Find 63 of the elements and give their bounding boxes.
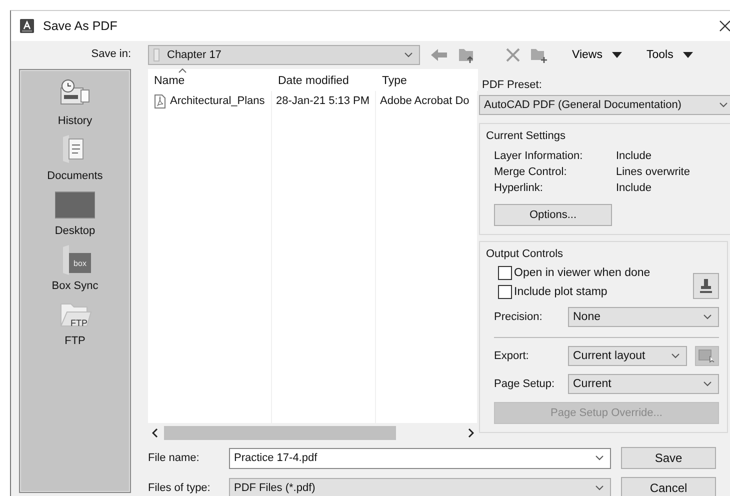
checkbox-label: Include plot stamp <box>514 286 608 298</box>
cancel-button[interactable]: Cancel <box>621 477 716 496</box>
pdf-preset-label: PDF Preset: <box>482 79 543 91</box>
save-button[interactable]: Save <box>621 447 716 469</box>
places-item[interactable]: Desktop <box>54 188 96 243</box>
column-header[interactable]: Name <box>148 69 272 91</box>
window-title: Save As PDF <box>43 19 118 33</box>
export-dropdown[interactable]: Current layout <box>568 346 687 366</box>
caret-down-icon <box>612 52 622 58</box>
group-title: Current Settings <box>486 130 566 142</box>
chevron-left-icon <box>152 428 158 438</box>
places-item[interactable]: Documents <box>47 133 103 188</box>
pdf-file-icon <box>154 94 166 108</box>
column-header[interactable]: Date modified <box>272 69 376 91</box>
page-setup-dropdown[interactable]: Current <box>568 374 719 394</box>
setting-value: Include <box>616 182 652 194</box>
checkbox-label: Open in viewer when done <box>514 267 650 279</box>
file-name-label: File name: <box>148 452 200 464</box>
caret-down-icon <box>683 52 694 58</box>
views-menu-button[interactable]: Views <box>572 49 622 61</box>
chevron-down-icon <box>595 455 604 461</box>
file-type-label: Files of type: <box>148 482 212 494</box>
stamp-icon <box>699 278 713 294</box>
setting-value: Lines overwrite <box>616 166 691 178</box>
precision-dropdown[interactable]: None <box>568 307 719 327</box>
chevron-right-icon <box>468 428 474 438</box>
pdf-preset-dropdown[interactable]: AutoCAD PDF (General Documentation) <box>479 95 730 115</box>
folder-icon <box>153 48 161 62</box>
date-cell-text: 28-Jan-21 5:13 PM <box>275 95 371 107</box>
folder-up-icon[interactable] <box>458 46 476 64</box>
layout-cursor-icon <box>698 349 716 363</box>
close-icon[interactable] <box>719 20 730 32</box>
places-item[interactable]: box Box Sync <box>52 243 98 298</box>
chevron-down-icon <box>671 353 680 359</box>
checkbox[interactable] <box>498 266 512 280</box>
tools-menu-button[interactable]: Tools <box>646 49 694 61</box>
precision-label: Precision: <box>494 311 544 323</box>
column-header[interactable]: Type <box>376 69 478 91</box>
group-title: Output Controls <box>486 248 564 260</box>
file-type-field[interactable]: PDF Files (*.pdf) <box>229 478 611 496</box>
save-in-label: Save in: <box>90 48 131 60</box>
options-button[interactable]: Options... <box>494 204 612 226</box>
chevron-down-icon <box>703 314 712 320</box>
chevron-down-icon <box>703 381 712 387</box>
new-folder-icon[interactable] <box>530 46 548 64</box>
file-name-cell[interactable]: Architectural_Plans <box>170 95 265 107</box>
chevron-down-icon <box>595 485 604 491</box>
setting-label: Merge Control: <box>494 166 568 178</box>
export-label: Export: <box>494 350 530 362</box>
chevron-down-icon <box>404 52 413 58</box>
chevron-down-icon <box>719 102 728 108</box>
plot-stamp-button[interactable] <box>693 273 719 299</box>
setting-label: Layer Information: <box>494 150 584 162</box>
setting-value: Include <box>616 150 652 162</box>
setting-label: Hyperlink: <box>494 182 544 194</box>
page-setup-label: Page Setup: <box>494 378 556 390</box>
places-item[interactable]: History <box>57 78 93 133</box>
checkbox[interactable] <box>498 285 512 299</box>
type-cell-text: Adobe Acrobat Do <box>379 95 470 107</box>
folder-dropdown[interactable]: Chapter 17 <box>148 45 420 65</box>
file-name-field[interactable]: Practice 17-4.pdf <box>229 448 611 468</box>
app-icon <box>19 18 35 34</box>
places-item[interactable]: FTP FTP <box>57 298 93 353</box>
